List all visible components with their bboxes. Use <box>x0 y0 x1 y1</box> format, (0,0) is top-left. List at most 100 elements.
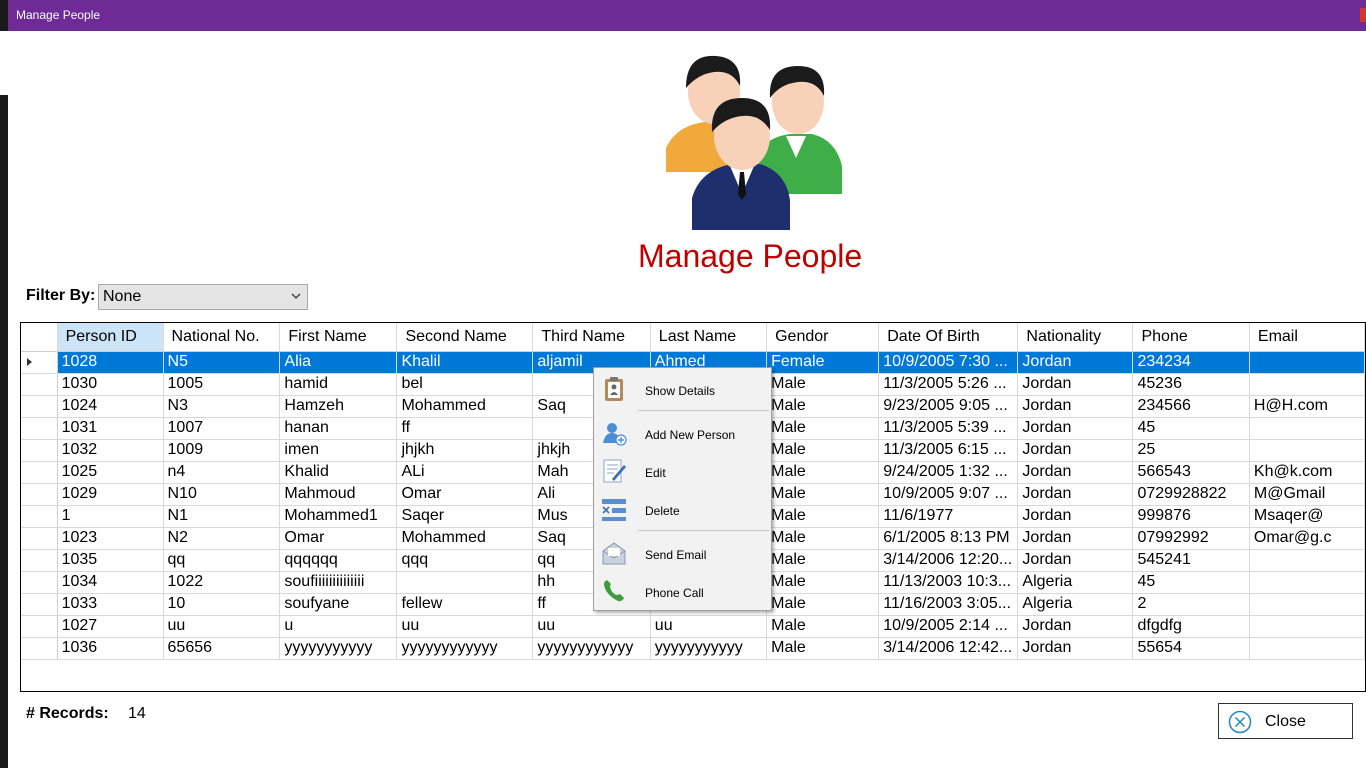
table-cell[interactable] <box>1249 571 1365 594</box>
table-cell[interactable]: uu <box>163 615 281 638</box>
table-cell[interactable]: yyyyyyyyyyy <box>650 637 768 660</box>
row-header[interactable] <box>21 593 58 616</box>
table-cell[interactable]: 1027 <box>57 615 164 638</box>
table-cell[interactable]: 2 <box>1132 593 1250 616</box>
row-header[interactable] <box>21 483 58 506</box>
table-cell[interactable]: 1022 <box>163 571 281 594</box>
row-header[interactable] <box>21 351 58 374</box>
table-cell[interactable]: jhjkh <box>396 439 534 462</box>
table-cell[interactable]: Jordan <box>1017 549 1134 572</box>
column-header[interactable]: Second Name <box>396 323 534 352</box>
window-close-icon[interactable] <box>1360 8 1366 22</box>
row-header[interactable] <box>21 461 58 484</box>
table-cell[interactable]: 11/3/2005 5:39 ... <box>878 417 1019 440</box>
table-cell[interactable]: Male <box>766 637 880 660</box>
table-cell[interactable]: Male <box>766 461 880 484</box>
table-cell[interactable]: Msaqer@ <box>1249 505 1365 528</box>
table-cell[interactable]: 9/24/2005 1:32 ... <box>878 461 1019 484</box>
column-header[interactable]: First Name <box>279 323 398 352</box>
table-cell[interactable]: 234234 <box>1132 351 1250 374</box>
table-cell[interactable]: N2 <box>163 527 281 550</box>
table-cell[interactable]: Saqer <box>396 505 534 528</box>
table-cell[interactable]: 11/3/2005 5:26 ... <box>878 373 1019 396</box>
table-cell[interactable]: 11/16/2003 3:05... <box>878 593 1019 616</box>
table-cell[interactable]: Male <box>766 549 880 572</box>
table-cell[interactable]: qqq <box>396 549 534 572</box>
table-cell[interactable]: yyyyyyyyyyyy <box>396 637 534 660</box>
table-cell[interactable] <box>396 571 534 594</box>
table-cell[interactable]: Male <box>766 527 880 550</box>
column-header[interactable]: Last Name <box>650 323 768 352</box>
table-cell[interactable] <box>1249 417 1365 440</box>
table-cell[interactable]: 1029 <box>57 483 164 506</box>
table-cell[interactable]: Omar@g.c <box>1249 527 1365 550</box>
table-cell[interactable]: u <box>279 615 398 638</box>
table-cell[interactable]: 6/1/2005 8:13 PM <box>878 527 1019 550</box>
table-cell[interactable]: Hamzeh <box>279 395 398 418</box>
table-cell[interactable]: Female <box>766 351 880 374</box>
table-cell[interactable]: Khalid <box>279 461 398 484</box>
table-cell[interactable]: Male <box>766 395 880 418</box>
column-header[interactable]: National No. <box>163 323 281 352</box>
table-cell[interactable]: 11/13/2003 10:3... <box>878 571 1019 594</box>
menu-item-phone-call[interactable]: Phone Call <box>594 573 771 607</box>
close-button[interactable]: Close <box>1218 703 1353 739</box>
row-header[interactable] <box>21 505 58 528</box>
table-cell[interactable]: Male <box>766 417 880 440</box>
table-cell[interactable]: uu <box>650 615 768 638</box>
table-cell[interactable]: 65656 <box>163 637 281 660</box>
menu-item-send-email[interactable]: Send Email <box>594 535 771 569</box>
table-cell[interactable]: 11/6/1977 <box>878 505 1019 528</box>
table-cell[interactable]: 1005 <box>163 373 281 396</box>
table-cell[interactable]: 25 <box>1132 439 1250 462</box>
table-cell[interactable]: 1034 <box>57 571 164 594</box>
table-cell[interactable]: 234566 <box>1132 395 1250 418</box>
table-cell[interactable]: Omar <box>396 483 534 506</box>
column-header[interactable]: Person ID <box>57 323 164 352</box>
table-cell[interactable]: 1028 <box>57 351 164 374</box>
table-cell[interactable]: yyyyyyyyyyyy <box>532 637 651 660</box>
table-cell[interactable] <box>1249 439 1365 462</box>
menu-item-delete[interactable]: Delete <box>594 491 771 525</box>
table-cell[interactable]: 3/14/2006 12:20... <box>878 549 1019 572</box>
table-cell[interactable]: qqqqqq <box>279 549 398 572</box>
table-cell[interactable]: Jordan <box>1017 373 1134 396</box>
table-cell[interactable]: Khalil <box>396 351 534 374</box>
table-cell[interactable]: Mohammed <box>396 395 534 418</box>
table-cell[interactable]: soufyane <box>279 593 398 616</box>
table-cell[interactable]: N5 <box>163 351 281 374</box>
table-cell[interactable]: 3/14/2006 12:42... <box>878 637 1019 660</box>
table-cell[interactable]: H@H.com <box>1249 395 1365 418</box>
table-cell[interactable]: n4 <box>163 461 281 484</box>
row-header[interactable] <box>21 373 58 396</box>
table-cell[interactable]: 55654 <box>1132 637 1250 660</box>
table-cell[interactable]: Male <box>766 439 880 462</box>
table-cell[interactable]: M@Gmail <box>1249 483 1365 506</box>
menu-item-show-details[interactable]: Show Details <box>594 371 771 405</box>
table-cell[interactable]: Male <box>766 593 880 616</box>
table-cell[interactable]: 45 <box>1132 571 1250 594</box>
column-header[interactable]: Nationality <box>1017 323 1134 352</box>
table-cell[interactable]: 07992992 <box>1132 527 1250 550</box>
table-cell[interactable]: Jordan <box>1017 505 1134 528</box>
table-cell[interactable]: Jordan <box>1017 417 1134 440</box>
table-cell[interactable]: 545241 <box>1132 549 1250 572</box>
table-cell[interactable]: qq <box>163 549 281 572</box>
table-cell[interactable]: 999876 <box>1132 505 1250 528</box>
table-cell[interactable]: 1030 <box>57 373 164 396</box>
table-cell[interactable]: soufiiiiiiiiiiiiii <box>279 571 398 594</box>
table-cell[interactable]: 1025 <box>57 461 164 484</box>
table-cell[interactable]: Alia <box>279 351 398 374</box>
row-header[interactable] <box>21 417 58 440</box>
table-cell[interactable]: imen <box>279 439 398 462</box>
row-header[interactable] <box>21 395 58 418</box>
table-cell[interactable]: 10 <box>163 593 281 616</box>
menu-item-edit[interactable]: Edit <box>594 453 771 487</box>
table-cell[interactable] <box>1249 373 1365 396</box>
table-cell[interactable]: 10/9/2005 2:14 ... <box>878 615 1019 638</box>
table-cell[interactable]: 1031 <box>57 417 164 440</box>
table-cell[interactable]: bel <box>396 373 534 396</box>
table-cell[interactable]: yyyyyyyyyyy <box>279 637 398 660</box>
table-cell[interactable]: Mahmoud <box>279 483 398 506</box>
table-cell[interactable]: 10/9/2005 7:30 ... <box>878 351 1019 374</box>
